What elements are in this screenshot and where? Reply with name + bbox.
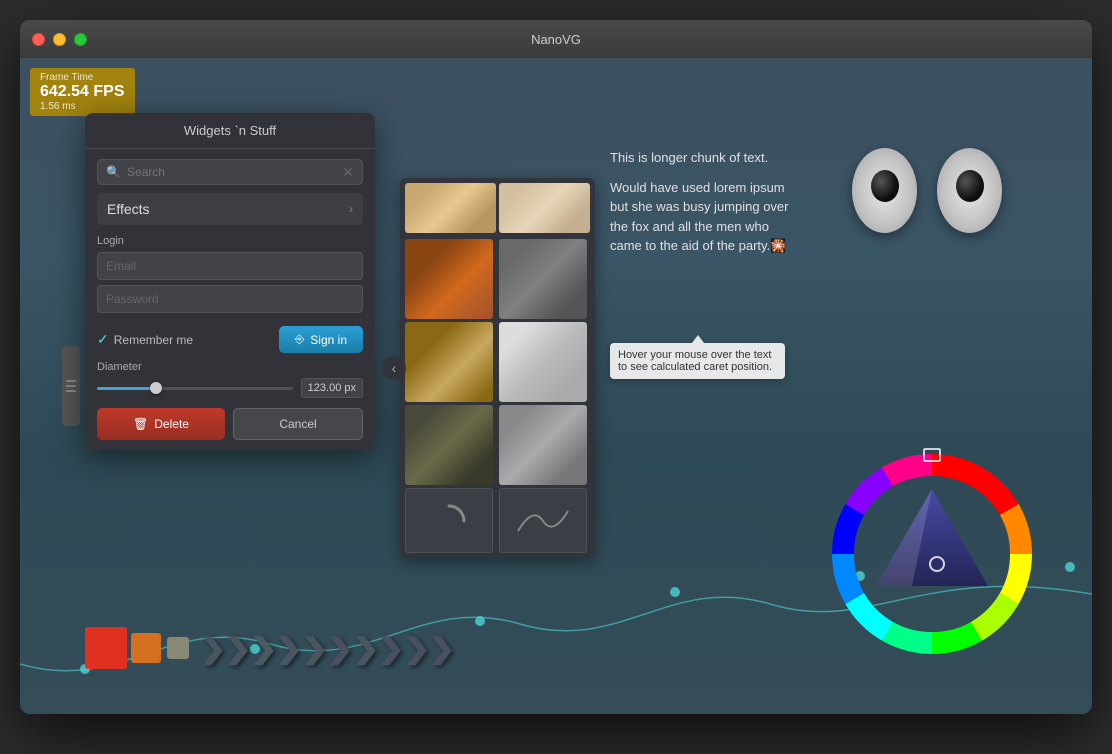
traffic-lights (32, 33, 87, 46)
grid-nav-left[interactable]: ‹ (382, 356, 406, 380)
arrow-icon-2: ❯ (224, 632, 252, 665)
main-content: Frame Time 642.54 FPS 1.56 ms Widgets `n… (20, 58, 1092, 714)
text-block: This is longer chunk of text. Would have… (610, 148, 800, 266)
search-icon: 🔍 (106, 165, 121, 179)
slider-row: 123.00 px (97, 378, 363, 398)
arrow-icon-9: ❯ (402, 632, 430, 665)
arrow-icon-8: ❯ (377, 632, 405, 665)
search-box[interactable]: 🔍 ✕ (97, 159, 363, 185)
color-block-red[interactable] (85, 627, 127, 669)
list-item[interactable] (405, 488, 493, 553)
handle-line (66, 390, 76, 392)
list-item[interactable] (499, 239, 587, 319)
slider-fill (97, 387, 156, 390)
side-handle[interactable] (62, 346, 80, 426)
remember-me-checkbox[interactable]: ✓ Remember me (97, 331, 193, 348)
signin-label: Sign in (310, 333, 347, 347)
tooltip-box: Hover your mouse over the text to see ca… (610, 343, 785, 379)
checkmark-icon: ✓ (97, 331, 109, 348)
effects-row[interactable]: Effects › (97, 193, 363, 225)
minimize-button[interactable] (53, 33, 66, 46)
diameter-label: Diameter (97, 361, 363, 373)
arrow-icon-7: ❯ (351, 632, 379, 665)
panel-title: Widgets `n Stuff (85, 113, 375, 149)
cancel-label: Cancel (279, 417, 316, 431)
login-label: Login (97, 235, 363, 247)
pupil-right (956, 170, 984, 202)
tooltip-arrow (692, 335, 704, 343)
fps-label: Frame Time (40, 72, 125, 83)
sign-in-button[interactable]: ⎆ Sign in (279, 326, 363, 353)
arrow-icon-1: ❯ (199, 632, 227, 665)
image-grid: ‹ (400, 178, 595, 558)
fps-overlay: Frame Time 642.54 FPS 1.56 ms (30, 68, 135, 116)
tooltip-text: Hover your mouse over the text to see ca… (618, 349, 772, 373)
list-item[interactable] (405, 183, 496, 233)
fps-value: 642.54 FPS (40, 83, 125, 101)
remember-me-label: Remember me (114, 333, 193, 347)
diameter-slider[interactable] (97, 387, 293, 390)
search-clear-icon[interactable]: ✕ (342, 165, 354, 179)
app-window: NanoVG Frame Time 642.54 FPS 1.56 ms (20, 20, 1092, 714)
color-block-orange[interactable] (131, 633, 161, 663)
diameter-value: 123.00 px (301, 378, 363, 398)
widget-panel: Widgets `n Stuff 🔍 ✕ Effects › Login (85, 113, 375, 450)
effects-label: Effects (107, 201, 150, 217)
color-wheel (822, 444, 1042, 664)
email-input[interactable] (97, 252, 363, 280)
arrow-icon-3: ❯ (250, 632, 278, 665)
image-grid-cells (405, 183, 590, 553)
pupil-left (871, 170, 899, 202)
handle-line (66, 380, 76, 382)
remember-row: ✓ Remember me ⎆ Sign in (97, 326, 363, 353)
list-item[interactable] (405, 405, 493, 485)
arrow-icon-4: ❯ (275, 632, 303, 665)
list-item[interactable] (499, 183, 590, 233)
eye-left (852, 148, 917, 233)
panel-body: 🔍 ✕ Effects › Login ✓ Remember (85, 149, 375, 450)
signin-icon: ⎆ (295, 332, 305, 347)
delete-label: Delete (154, 417, 189, 431)
search-input[interactable] (127, 165, 342, 179)
maximize-button[interactable] (74, 33, 87, 46)
window-title: NanoVG (531, 32, 581, 47)
titlebar: NanoVG (20, 20, 1092, 58)
text-paragraph-1: This is longer chunk of text. (610, 148, 800, 168)
list-item[interactable] (405, 239, 493, 319)
delete-button[interactable]: 🗑 Delete (97, 408, 225, 440)
text-paragraph-2: Would have used lorem ipsum but she was … (610, 178, 800, 256)
trash-icon: 🗑 (133, 417, 148, 431)
cancel-button[interactable]: Cancel (233, 408, 363, 440)
arrow-icon-5: ❯ (301, 632, 329, 665)
close-button[interactable] (32, 33, 45, 46)
color-block-gray[interactable] (167, 637, 189, 659)
color-arrows: ❯ ❯ ❯ ❯ ❯ ❯ ❯ ❯ ❯ ❯ (85, 627, 454, 669)
list-item[interactable] (499, 405, 587, 485)
fps-ms: 1.56 ms (40, 101, 125, 112)
list-item[interactable] (499, 488, 587, 553)
slider-thumb[interactable] (150, 382, 162, 394)
list-item[interactable] (405, 322, 493, 402)
list-item[interactable] (499, 322, 587, 402)
handle-line (66, 385, 76, 387)
password-input[interactable] (97, 285, 363, 313)
buttons-row: 🗑 Delete Cancel (97, 408, 363, 440)
eyes-container (852, 148, 1002, 233)
chevron-right-icon: › (349, 202, 353, 216)
arrow-icon-10: ❯ (428, 632, 456, 665)
arrow-icon-6: ❯ (326, 632, 354, 665)
color-wheel-svg (822, 444, 1042, 664)
eye-right (937, 148, 1002, 233)
